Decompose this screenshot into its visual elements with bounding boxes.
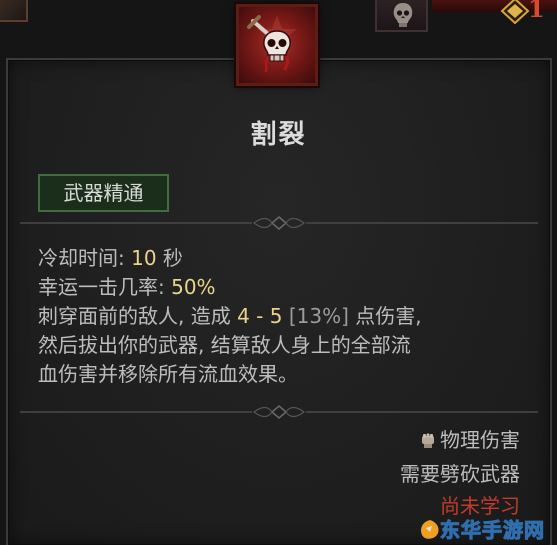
description-line-1: 刺穿面前的敌人, 造成 4 - 5 [13%] 点伤害, <box>38 302 538 331</box>
lucky-hit-value: 50% <box>171 275 216 299</box>
description-line-2: 然后拔出你的武器, 结算敌人身上的全部流 <box>38 333 411 357</box>
damage-bonus: [13%] <box>282 304 349 328</box>
ornamental-divider <box>20 405 538 419</box>
skill-description: 冷却时间: 10 秒 幸运一击几率: 50% 刺穿面前的敌人, 造成 4 - 5… <box>38 244 538 389</box>
level-badge <box>500 0 530 25</box>
cooldown-unit: 秒 <box>156 246 183 270</box>
lucky-hit-label: 幸运一击几率: <box>38 275 172 299</box>
damage-range: 4 - 5 <box>237 304 283 328</box>
lucky-hit-line: 幸运一击几率: 50% <box>38 273 538 302</box>
skill-title: 割裂 <box>250 120 307 150</box>
cooldown-label: 冷却时间: <box>38 246 132 270</box>
skull-icon <box>393 3 413 27</box>
skill-category-tag: 武器精通 <box>38 174 169 212</box>
damage-type-label: 物理伤害 <box>440 428 520 452</box>
weapon-requirement: 需要劈砍武器 <box>400 462 520 486</box>
corner-frame <box>0 0 28 22</box>
cooldown-value: 10 <box>131 246 157 270</box>
ornamental-divider <box>20 216 538 230</box>
fist-icon <box>422 433 434 448</box>
secondary-skill-slot[interactable] <box>375 0 428 32</box>
watermark-logo-icon <box>421 520 439 539</box>
watermark-text: 东华手游网 <box>440 518 545 543</box>
gold-diamond-icon <box>500 0 530 25</box>
cooldown-line: 冷却时间: 10 秒 <box>38 244 538 273</box>
skill-icon-frame[interactable] <box>236 4 318 86</box>
description-line-3: 血伤害并移除所有流血效果。 <box>38 362 298 386</box>
description-text: 刺穿面前的敌人, 造成 <box>38 304 238 328</box>
level-number: 1 <box>528 0 545 23</box>
damage-type: 物理伤害 <box>420 424 520 453</box>
watermark: 东华手游网 <box>418 512 557 545</box>
skull-dagger-icon <box>247 15 297 73</box>
description-text: 点伤害, <box>348 304 422 328</box>
